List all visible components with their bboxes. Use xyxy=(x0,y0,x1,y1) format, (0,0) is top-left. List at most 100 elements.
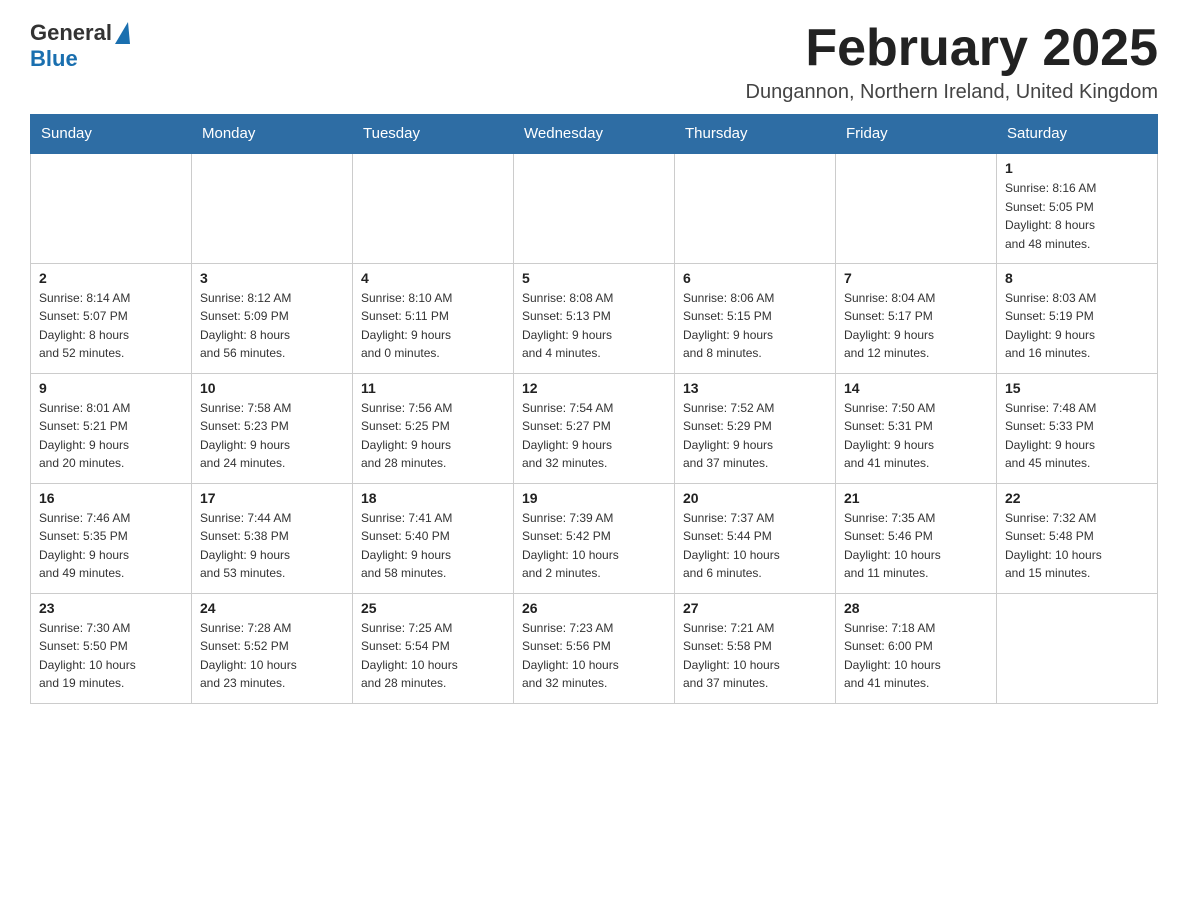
day-info: Sunrise: 7:23 AM Sunset: 5:56 PM Dayligh… xyxy=(522,619,666,693)
day-number: 25 xyxy=(361,600,505,616)
day-info: Sunrise: 7:25 AM Sunset: 5:54 PM Dayligh… xyxy=(361,619,505,693)
calendar-day-cell xyxy=(31,153,192,263)
day-info: Sunrise: 7:54 AM Sunset: 5:27 PM Dayligh… xyxy=(522,399,666,473)
day-info: Sunrise: 7:44 AM Sunset: 5:38 PM Dayligh… xyxy=(200,509,344,583)
logo-general-text: General xyxy=(30,20,112,46)
calendar-day-cell: 9 Sunrise: 8:01 AM Sunset: 5:21 PM Daylig… xyxy=(31,373,192,483)
day-number: 26 xyxy=(522,600,666,616)
day-number: 19 xyxy=(522,490,666,506)
calendar-day-cell: 1 Sunrise: 8:16 AM Sunset: 5:05 PM Daylig… xyxy=(997,153,1158,263)
day-info: Sunrise: 7:37 AM Sunset: 5:44 PM Dayligh… xyxy=(683,509,827,583)
day-info: Sunrise: 7:21 AM Sunset: 5:58 PM Dayligh… xyxy=(683,619,827,693)
day-number: 10 xyxy=(200,380,344,396)
calendar-day-header: Thursday xyxy=(675,115,836,154)
day-number: 24 xyxy=(200,600,344,616)
day-info: Sunrise: 8:01 AM Sunset: 5:21 PM Dayligh… xyxy=(39,399,183,473)
calendar-week-row: 1 Sunrise: 8:16 AM Sunset: 5:05 PM Daylig… xyxy=(31,153,1158,263)
location-subtitle: Dungannon, Northern Ireland, United King… xyxy=(746,81,1158,104)
calendar-week-row: 16Sunrise: 7:46 AM Sunset: 5:35 PM Dayli… xyxy=(31,483,1158,593)
calendar-day-cell: 22 Sunrise: 7:32 AM Sunset: 5:48 PM Dayli… xyxy=(997,483,1158,593)
day-info: Sunrise: 8:14 AM Sunset: 5:07 PM Dayligh… xyxy=(39,289,183,363)
day-info: Sunrise: 8:10 AM Sunset: 5:11 PM Dayligh… xyxy=(361,289,505,363)
calendar-day-cell: 18 Sunrise: 7:41 AM Sunset: 5:40 PM Dayli… xyxy=(353,483,514,593)
day-info: Sunrise: 8:12 AM Sunset: 5:09 PM Dayligh… xyxy=(200,289,344,363)
day-number: 7 xyxy=(844,270,988,286)
calendar-day-cell xyxy=(997,593,1158,703)
calendar-day-cell: 25 Sunrise: 7:25 AM Sunset: 5:54 PM Dayli… xyxy=(353,593,514,703)
calendar-day-cell: 10 Sunrise: 7:58 AM Sunset: 5:23 PM Dayli… xyxy=(192,373,353,483)
calendar-day-cell: 21Sunrise: 7:35 AM Sunset: 5:46 PM Dayli… xyxy=(836,483,997,593)
day-number: 22 xyxy=(1005,490,1149,506)
day-info: Sunrise: 8:04 AM Sunset: 5:17 PM Dayligh… xyxy=(844,289,988,363)
calendar-week-row: 9 Sunrise: 8:01 AM Sunset: 5:21 PM Daylig… xyxy=(31,373,1158,483)
day-number: 8 xyxy=(1005,270,1149,286)
title-block: February 2025 Dungannon, Northern Irelan… xyxy=(746,20,1158,104)
day-number: 2 xyxy=(39,270,183,286)
calendar-week-row: 2 Sunrise: 8:14 AM Sunset: 5:07 PM Daylig… xyxy=(31,263,1158,373)
day-info: Sunrise: 7:30 AM Sunset: 5:50 PM Dayligh… xyxy=(39,619,183,693)
calendar-day-cell: 6Sunrise: 8:06 AM Sunset: 5:15 PM Daylig… xyxy=(675,263,836,373)
day-number: 11 xyxy=(361,380,505,396)
calendar-day-cell xyxy=(514,153,675,263)
calendar-day-cell xyxy=(675,153,836,263)
day-number: 18 xyxy=(361,490,505,506)
calendar-day-cell: 2 Sunrise: 8:14 AM Sunset: 5:07 PM Daylig… xyxy=(31,263,192,373)
day-number: 9 xyxy=(39,380,183,396)
calendar-day-cell: 24 Sunrise: 7:28 AM Sunset: 5:52 PM Dayli… xyxy=(192,593,353,703)
calendar-day-cell: 13 Sunrise: 7:52 AM Sunset: 5:29 PM Dayli… xyxy=(675,373,836,483)
calendar-day-cell: 12 Sunrise: 7:54 AM Sunset: 5:27 PM Dayli… xyxy=(514,373,675,483)
logo-triangle-icon xyxy=(115,22,130,44)
day-info: Sunrise: 7:41 AM Sunset: 5:40 PM Dayligh… xyxy=(361,509,505,583)
calendar-day-cell: 7 Sunrise: 8:04 AM Sunset: 5:17 PM Daylig… xyxy=(836,263,997,373)
month-title: February 2025 xyxy=(746,20,1158,77)
day-info: Sunrise: 8:08 AM Sunset: 5:13 PM Dayligh… xyxy=(522,289,666,363)
calendar-day-cell: 28Sunrise: 7:18 AM Sunset: 6:00 PM Dayli… xyxy=(836,593,997,703)
day-info: Sunrise: 7:48 AM Sunset: 5:33 PM Dayligh… xyxy=(1005,399,1149,473)
day-number: 14 xyxy=(844,380,988,396)
calendar-day-cell: 20 Sunrise: 7:37 AM Sunset: 5:44 PM Dayli… xyxy=(675,483,836,593)
calendar-day-header: Tuesday xyxy=(353,115,514,154)
calendar-day-cell: 8 Sunrise: 8:03 AM Sunset: 5:19 PM Daylig… xyxy=(997,263,1158,373)
calendar-day-cell: 4Sunrise: 8:10 AM Sunset: 5:11 PM Daylig… xyxy=(353,263,514,373)
day-info: Sunrise: 7:28 AM Sunset: 5:52 PM Dayligh… xyxy=(200,619,344,693)
calendar-day-header: Wednesday xyxy=(514,115,675,154)
day-number: 16 xyxy=(39,490,183,506)
calendar-day-cell: 14 Sunrise: 7:50 AM Sunset: 5:31 PM Dayli… xyxy=(836,373,997,483)
day-info: Sunrise: 7:18 AM Sunset: 6:00 PM Dayligh… xyxy=(844,619,988,693)
calendar-day-cell xyxy=(836,153,997,263)
day-info: Sunrise: 7:52 AM Sunset: 5:29 PM Dayligh… xyxy=(683,399,827,473)
day-info: Sunrise: 7:50 AM Sunset: 5:31 PM Dayligh… xyxy=(844,399,988,473)
calendar-table: SundayMondayTuesdayWednesdayThursdayFrid… xyxy=(30,114,1158,704)
day-number: 15 xyxy=(1005,380,1149,396)
day-number: 5 xyxy=(522,270,666,286)
calendar-day-header: Saturday xyxy=(997,115,1158,154)
logo-blue-text: Blue xyxy=(30,46,78,72)
page-header: General Blue February 2025 Dungannon, No… xyxy=(30,20,1158,104)
day-info: Sunrise: 8:03 AM Sunset: 5:19 PM Dayligh… xyxy=(1005,289,1149,363)
calendar-day-cell: 16Sunrise: 7:46 AM Sunset: 5:35 PM Dayli… xyxy=(31,483,192,593)
calendar-day-cell: 17 Sunrise: 7:44 AM Sunset: 5:38 PM Dayli… xyxy=(192,483,353,593)
calendar-day-cell xyxy=(192,153,353,263)
calendar-day-cell: 3 Sunrise: 8:12 AM Sunset: 5:09 PM Daylig… xyxy=(192,263,353,373)
calendar-day-cell xyxy=(353,153,514,263)
calendar-day-cell: 19Sunrise: 7:39 AM Sunset: 5:42 PM Dayli… xyxy=(514,483,675,593)
day-info: Sunrise: 7:56 AM Sunset: 5:25 PM Dayligh… xyxy=(361,399,505,473)
logo: General Blue xyxy=(30,20,130,72)
day-info: Sunrise: 7:58 AM Sunset: 5:23 PM Dayligh… xyxy=(200,399,344,473)
day-info: Sunrise: 7:32 AM Sunset: 5:48 PM Dayligh… xyxy=(1005,509,1149,583)
calendar-week-row: 23Sunrise: 7:30 AM Sunset: 5:50 PM Dayli… xyxy=(31,593,1158,703)
day-number: 12 xyxy=(522,380,666,396)
calendar-day-header: Sunday xyxy=(31,115,192,154)
calendar-day-header: Monday xyxy=(192,115,353,154)
calendar-day-cell: 5 Sunrise: 8:08 AM Sunset: 5:13 PM Daylig… xyxy=(514,263,675,373)
day-number: 17 xyxy=(200,490,344,506)
day-number: 3 xyxy=(200,270,344,286)
day-number: 13 xyxy=(683,380,827,396)
day-number: 20 xyxy=(683,490,827,506)
calendar-day-cell: 23Sunrise: 7:30 AM Sunset: 5:50 PM Dayli… xyxy=(31,593,192,703)
day-info: Sunrise: 8:16 AM Sunset: 5:05 PM Dayligh… xyxy=(1005,179,1149,253)
calendar-header-row: SundayMondayTuesdayWednesdayThursdayFrid… xyxy=(31,115,1158,154)
calendar-day-cell: 26 Sunrise: 7:23 AM Sunset: 5:56 PM Dayli… xyxy=(514,593,675,703)
day-number: 1 xyxy=(1005,160,1149,176)
calendar-day-cell: 27Sunrise: 7:21 AM Sunset: 5:58 PM Dayli… xyxy=(675,593,836,703)
